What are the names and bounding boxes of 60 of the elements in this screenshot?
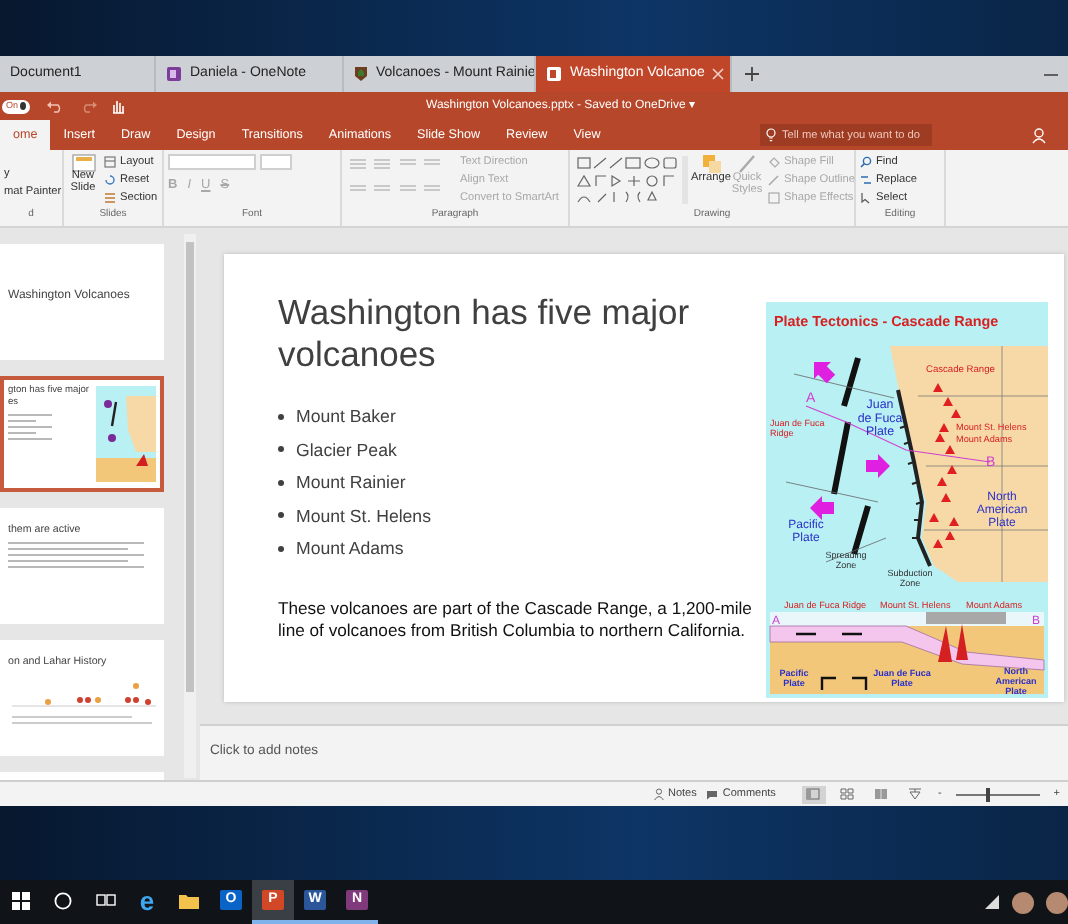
square-icon [768,192,780,204]
slides-icon [546,66,562,82]
volcano-marker [941,493,951,502]
search-icon [54,891,72,909]
bullet-item: Mount St. Helens [278,499,766,532]
view-button[interactable] [801,785,826,803]
search-icon [860,156,872,168]
stacked-lines-icon [104,192,116,204]
map-thumbnail-drawing [96,386,156,482]
slide-paragraph: These volcanoes are part of the Cascade Range, a 1,200-mile line of volcanoes from British Columbia to northern California. [278,597,754,642]
volcano-marker [949,517,959,526]
motion-arrow [814,362,836,384]
slide-title: Washington has five major volcanoes [278,292,692,376]
bullet-item: Mount Rainier [278,466,766,499]
projector-icon [908,788,923,800]
volcano-marker [929,513,939,522]
view-button[interactable] [835,785,860,803]
shapes-gallery-drawing [574,154,690,206]
volcano-marker [943,397,953,406]
speech-bubble-icon [706,789,719,799]
volcano-marker [951,409,961,418]
notebook-icon [166,66,182,82]
add-icon[interactable] [744,66,760,82]
motion-arrow [810,496,834,520]
shield-icon [354,66,368,82]
taskbar-button[interactable]: e [126,880,168,924]
volcano-marker [947,465,957,474]
replace-icon [860,174,872,186]
book-icon [874,788,889,800]
slider-thumb[interactable] [985,787,990,801]
browser-icon: e [139,887,155,913]
stacked-squares-icon [701,154,721,174]
bullet-item: Glacier Peak [278,433,766,466]
grid-icon [840,788,855,800]
person-icon [653,788,664,800]
bullet-item: Mount Adams [278,532,766,565]
scrollbar[interactable] [184,234,196,778]
close-icon[interactable] [712,68,725,80]
volcano-marker [945,445,955,454]
font-name-field[interactable] [168,154,256,170]
volcano-marker [937,477,947,486]
task-view-icon [95,892,115,908]
avatar-icon[interactable] [1012,891,1034,913]
motion-arrow [866,454,890,478]
avatar-icon[interactable] [1046,891,1068,913]
lightbulb-icon [766,128,776,142]
blurred-text-drawing [8,414,56,445]
folder-icon [178,891,200,909]
minimize-icon[interactable] [1044,72,1058,78]
person-icon[interactable] [1032,127,1048,143]
grid-icon [104,156,116,168]
bullet-item: Mount Baker [278,400,766,433]
scrollbar-thumb[interactable] [186,242,194,692]
undo-icon[interactable] [46,99,66,113]
volcano-marker [933,383,943,392]
font-size-field[interactable] [260,154,292,170]
network-icon[interactable] [984,894,1000,910]
windows-logo-icon [12,891,30,909]
cursor-icon [860,192,872,204]
normal-view-icon [806,788,821,800]
